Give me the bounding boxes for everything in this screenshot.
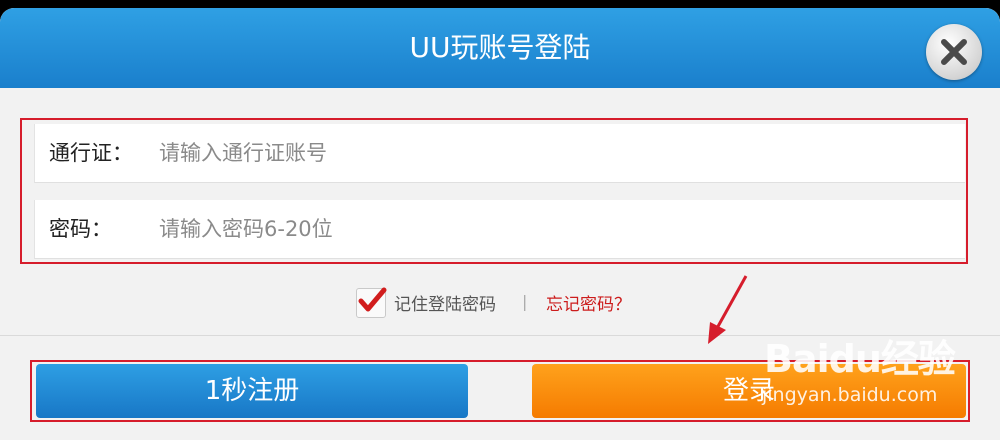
remember-password-checkbox[interactable] [356,287,387,318]
options-divider: | [522,292,528,311]
credentials-form: 通行证： 密码： [20,118,968,264]
account-label: 通行证： [49,141,133,165]
close-x-icon [941,39,967,65]
account-input[interactable] [159,124,939,182]
close-button[interactable] [926,24,982,80]
password-field: 密码： [34,200,965,259]
watermark-url: jingyan.baidu.com [762,384,938,406]
forgot-password-link[interactable]: 忘记密码？ [546,290,631,315]
dialog-title: UU玩账号登陆 [409,31,591,64]
dialog-header: UU玩账号登陆 [0,8,1000,88]
checkmark-icon [358,287,387,312]
account-field: 通行证： [34,124,965,183]
watermark-logo: Baidu经验 [764,337,956,381]
password-label: 密码： [49,217,112,241]
annotation-arrow-icon [708,275,748,344]
remember-password-label[interactable]: 记住登陆密码 [394,290,496,315]
password-input[interactable] [159,200,939,258]
login-options: 记住登陆密码 | 忘记密码？ [0,286,1000,318]
register-button[interactable]: 1秒注册 [36,364,468,418]
